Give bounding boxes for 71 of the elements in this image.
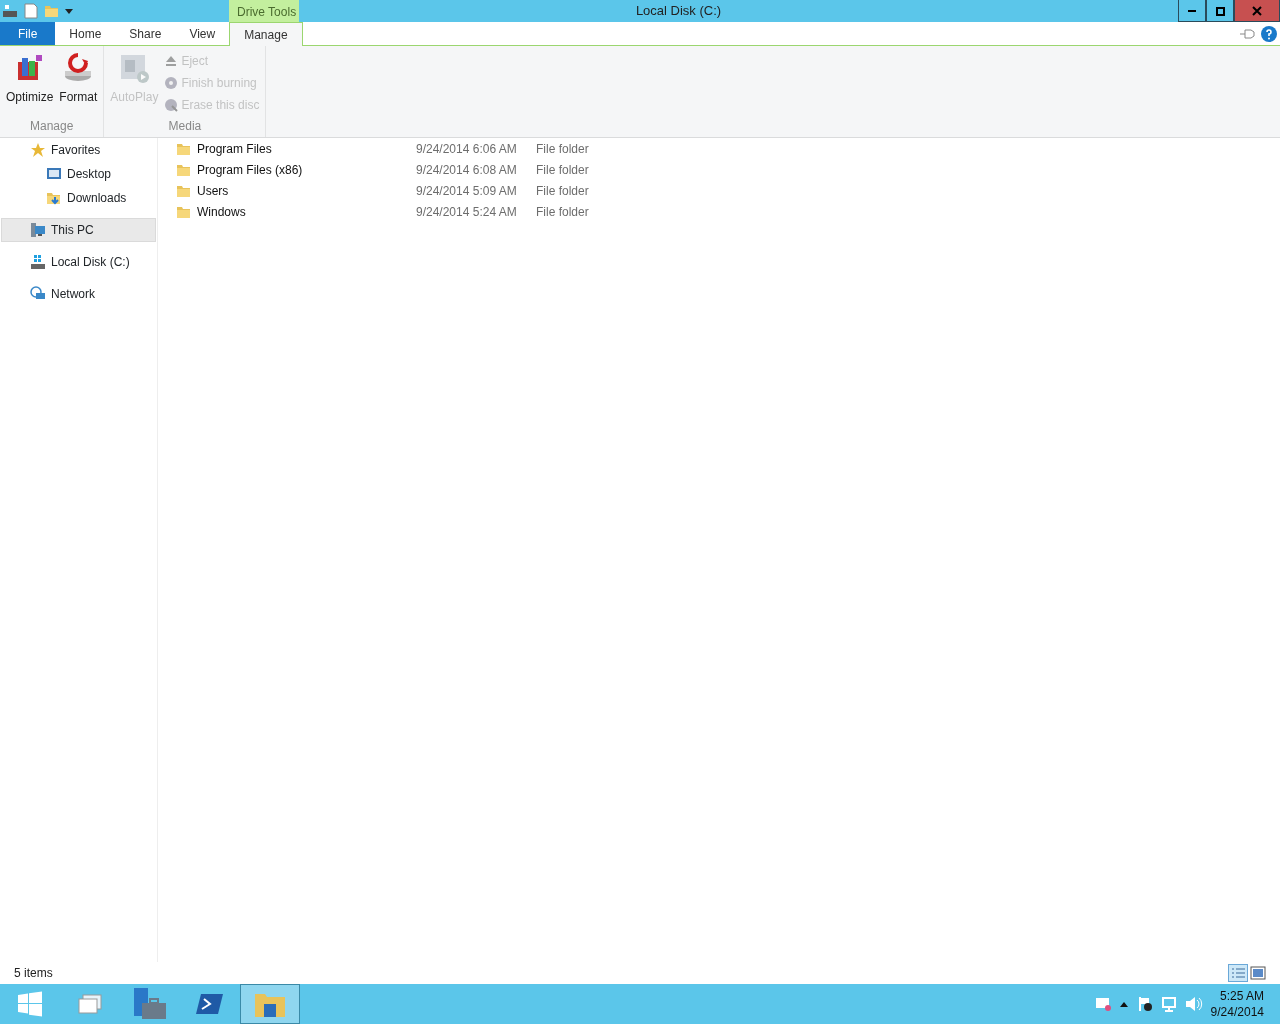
nav-item[interactable]: Local Disk (C:)	[1, 250, 156, 274]
item-count: 5 items	[14, 965, 53, 982]
nav-item[interactable]: Downloads	[1, 186, 156, 210]
file-type: File folder	[536, 203, 589, 221]
file-name[interactable]: Windows	[176, 202, 416, 221]
computer-icon	[30, 222, 46, 238]
close-icon	[1252, 5, 1262, 16]
disc-icon	[164, 98, 179, 112]
file-name[interactable]: Program Files	[176, 139, 416, 158]
nav-item[interactable]: Network	[1, 282, 156, 306]
ribbon-tab[interactable]: Manage	[229, 22, 303, 46]
folder-icon	[176, 141, 191, 156]
tab-group-label: Drive Tools	[229, 0, 299, 22]
file-menu-button[interactable]: File	[0, 22, 56, 45]
network-icon	[30, 286, 46, 302]
thumbnail-view-button[interactable]	[1250, 964, 1266, 982]
date-modified: 9/24/2014 5:09 AM	[416, 182, 518, 200]
drive-icon	[30, 254, 46, 270]
restore-icon	[1215, 5, 1225, 16]
terminal-prompt-icon	[196, 992, 224, 1016]
desktop-icon	[46, 166, 62, 182]
file-type: File folder	[536, 140, 589, 158]
folder-icon	[176, 162, 191, 177]
overlapping-windows-icon	[77, 991, 103, 1017]
clock-date[interactable]: 9/24/2014	[1210, 1004, 1264, 1020]
help-icon[interactable]	[1261, 25, 1277, 42]
details-view-icon	[1228, 964, 1248, 982]
speaker-icon[interactable]	[1184, 996, 1203, 1012]
ribbon-tab[interactable]: Share	[115, 22, 176, 45]
restore-button[interactable]	[1206, 0, 1234, 22]
file-name[interactable]: Users	[176, 181, 416, 200]
clock-time[interactable]: 5:25 AM	[1219, 988, 1264, 1004]
taskbar-button[interactable]	[240, 984, 300, 1024]
group-label: Manage	[29, 118, 75, 135]
nav-item[interactable]: Favorites	[1, 138, 156, 162]
date-modified: 9/24/2014 5:24 AM	[416, 203, 518, 221]
folder-icon	[176, 183, 191, 198]
flag-clock-icon[interactable]	[1136, 996, 1153, 1012]
group-label: Media	[167, 118, 203, 135]
drive-icon[interactable]	[2, 3, 18, 19]
nav-item[interactable]: This PC	[1, 218, 156, 242]
network-icon[interactable]	[1160, 996, 1177, 1012]
eject-icon	[164, 54, 179, 68]
minimize-button[interactable]	[1178, 0, 1206, 22]
windows-logo-icon	[17, 991, 43, 1017]
caret-up-icon[interactable]	[1118, 1000, 1129, 1008]
dropdown-arrow-icon[interactable]	[64, 6, 74, 16]
minimize-icon	[1188, 9, 1196, 12]
date-modified: 9/24/2014 6:08 AM	[416, 161, 518, 179]
star-icon	[30, 142, 46, 158]
ribbon-tab[interactable]: View	[175, 22, 230, 45]
details-view-button[interactable]	[1228, 964, 1248, 982]
close-button[interactable]	[1234, 0, 1280, 22]
ribbon-tab[interactable]: Home	[55, 22, 116, 45]
document-icon[interactable]	[24, 3, 38, 19]
server-toolbox-icon	[132, 987, 168, 1021]
autoplay-icon	[118, 52, 151, 84]
ribbon-button[interactable]: Format	[57, 50, 100, 117]
nav-item[interactable]: Desktop	[1, 162, 156, 186]
file-name[interactable]: Program Files (x86)	[176, 160, 416, 179]
folder-icon	[46, 190, 62, 206]
folder-icon	[176, 204, 191, 219]
window-title: Local Disk (C:)	[634, 2, 723, 20]
pin-icon[interactable]	[1239, 27, 1255, 40]
file-type: File folder	[536, 182, 589, 200]
disc-icon	[164, 76, 179, 90]
file-type: File folder	[536, 161, 589, 179]
message-icon[interactable]	[1094, 997, 1111, 1011]
image-icon	[1250, 965, 1266, 981]
ribbon-button[interactable]: Optimize	[4, 50, 56, 117]
date-modified: 9/24/2014 6:06 AM	[416, 140, 518, 158]
